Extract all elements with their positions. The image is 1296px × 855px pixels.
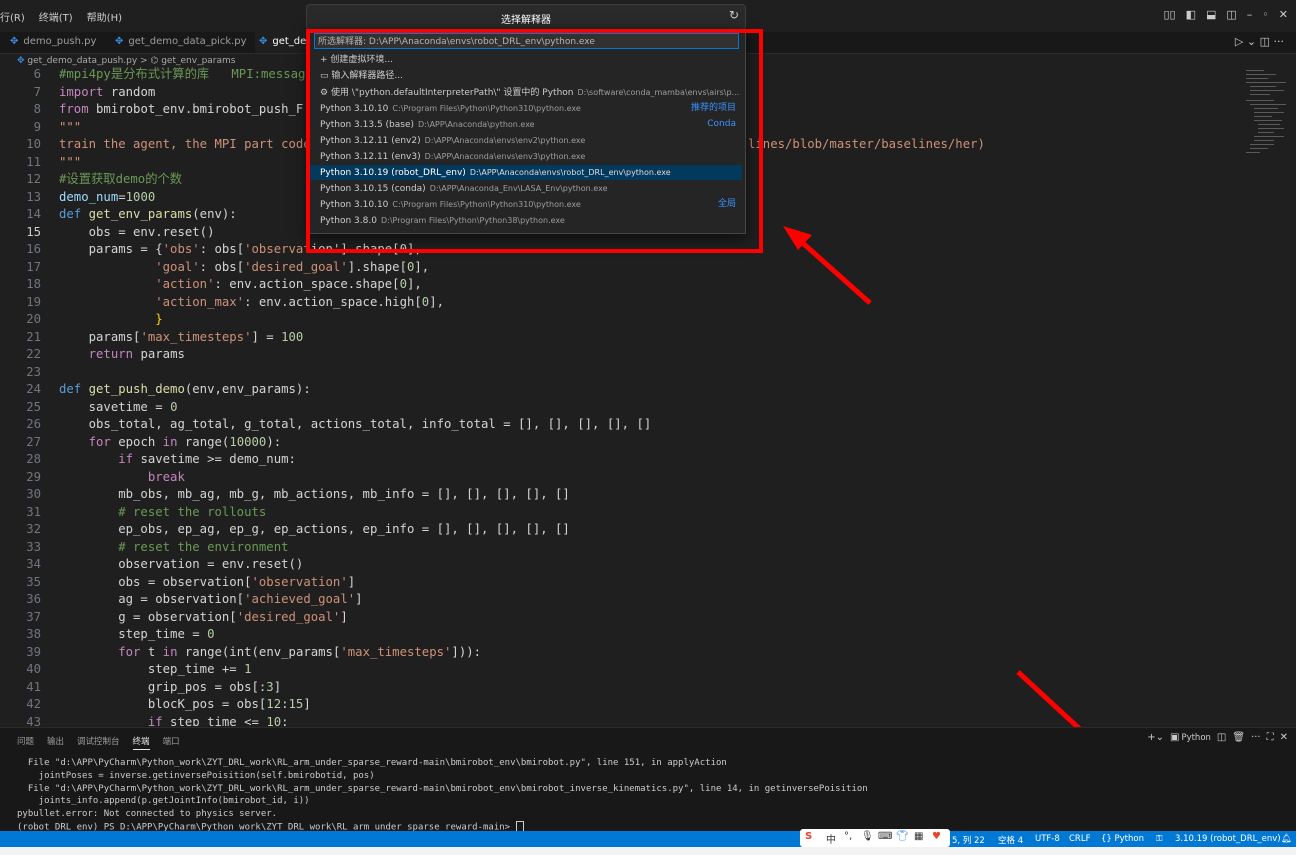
cursor-position[interactable]: 5, 列 22 [952,834,985,846]
taskbar-edge [0,847,1296,855]
encoding[interactable]: UTF-8 [1035,834,1060,844]
emoji-icon[interactable]: ♥ [932,831,941,842]
close-panel-icon[interactable]: ✕ [1280,732,1288,743]
terminal-output[interactable]: File "d:\APP\PyCharm\Python_work\ZYT_DRL… [17,757,868,834]
trash-icon[interactable]: 🗑 [1232,732,1245,743]
shell-label[interactable]: Python [1181,733,1210,743]
grid-icon[interactable]: ▦ [914,831,923,842]
terminal-icon: ▣ [1169,732,1180,743]
terminal-line: File "d:\APP\PyCharm\Python_work\ZYT_DRL… [17,783,868,794]
shirt-icon[interactable]: 👕︎ [896,831,909,842]
tab-terminal[interactable]: 终端 [132,737,150,750]
more-icon[interactable]: ··· [1251,732,1261,743]
bottom-panel: 问题 输出 调试控制台 终端 端口 +⌄ ▣ Python ◫ 🗑 ··· ⛶ ✕ File "d:\… [0,727,1296,833]
tab-output[interactable]: 输出 [47,737,64,747]
interpreter-selector[interactable]: 3.10.19 (robot_DRL_env) [1175,834,1281,844]
ime-mode[interactable]: 中 [826,831,836,846]
arrow-to-picker [794,235,872,305]
line-ending[interactable]: CRLF [1069,834,1090,844]
indentation[interactable]: 空格 4 [998,834,1023,846]
ime-punct[interactable]: °, [844,831,852,842]
status-bar: 5, 列 22 空格 4 UTF-8 CRLF {} Python ⚿ 3.10… [0,831,1296,847]
terminal-line: File "d:\APP\PyCharm\Python_work\ZYT_DRL… [17,758,727,768]
keyboard-icon[interactable]: ⌨︎ [878,831,892,842]
split-terminal-icon[interactable]: ◫ [1217,732,1226,743]
panel-toolbar: +⌄ ▣ Python ◫ 🗑 ··· ⛶ ✕ [1141,732,1288,743]
mic-icon[interactable]: 🎙︎ [861,831,874,842]
bell-icon[interactable]: 🔔︎ [1281,834,1292,844]
language-mode[interactable]: {} Python [1101,834,1144,844]
tab-problems[interactable]: 问题 [17,737,34,747]
panel-tabs: 问题 输出 调试控制台 终端 端口 [17,735,193,750]
add-terminal-icon[interactable]: +⌄ [1147,732,1164,743]
python-env-icon: ⚿ [1156,834,1163,844]
terminal-line: jointPoses = inverse.getinversePoisition… [17,770,375,781]
tab-debug-console[interactable]: 调试控制台 [77,737,120,747]
terminal-line: pybullet.error: Not connected to physics… [17,809,278,820]
tab-ports[interactable]: 端口 [163,737,180,747]
sogou-icon[interactable]: S [805,831,812,842]
ime-toolbar: S 中 °, 🎙︎ ⌨︎ 👕︎ ▦ ♥ [800,829,950,847]
terminal-line: joints_info.append(p.getJointInfo(bmirob… [17,796,310,807]
maximize-panel-icon[interactable]: ⛶ [1267,732,1274,743]
